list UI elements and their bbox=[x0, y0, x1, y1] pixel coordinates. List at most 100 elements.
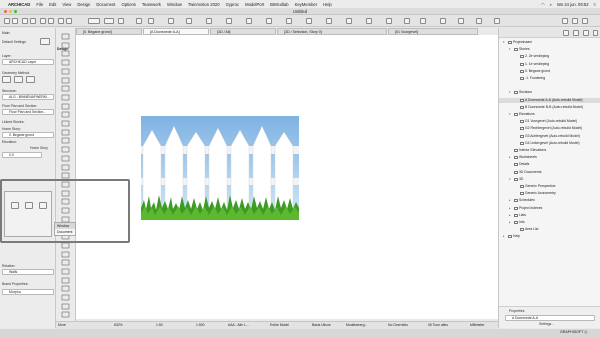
settings-button[interactable]: Settings... bbox=[539, 322, 554, 326]
menu-file[interactable]: File bbox=[36, 2, 43, 7]
project-map-icon[interactable] bbox=[563, 30, 569, 36]
disclosure-triangle-icon[interactable]: ▸ bbox=[509, 213, 511, 218]
popup-option-3-icon[interactable] bbox=[39, 202, 47, 209]
arrow-tool-icon[interactable] bbox=[61, 33, 70, 40]
disclosure-triangle-icon[interactable]: ▸ bbox=[509, 206, 511, 211]
zoom-level[interactable]: 632% bbox=[114, 323, 123, 327]
window-tool-icon[interactable] bbox=[61, 137, 70, 144]
navigator-item[interactable]: ▾ Projectnaam bbox=[499, 40, 600, 45]
zoom-window-button[interactable] bbox=[14, 10, 17, 13]
tab-floor-plan[interactable]: [0. Begane grond] bbox=[76, 28, 142, 35]
tab-elevation[interactable]: [01 Voorgevel] bbox=[388, 28, 478, 35]
menu-bimcollab[interactable]: BIMcollab bbox=[270, 2, 288, 7]
navigator-item[interactable]: ▾ 3D bbox=[499, 177, 600, 182]
mesh-tool-icon[interactable] bbox=[61, 103, 70, 110]
navigator-item[interactable]: ▸ Worksheets bbox=[499, 155, 600, 160]
wall-tool-icon[interactable] bbox=[61, 50, 70, 57]
marquee-tool-icon[interactable] bbox=[30, 18, 36, 24]
menu-options[interactable]: Options bbox=[121, 2, 135, 7]
disclosure-triangle-icon[interactable]: ▾ bbox=[509, 47, 511, 52]
renovation-filter[interactable]: 06 Toon alles bbox=[428, 323, 448, 327]
floor-plan-icon[interactable] bbox=[186, 18, 192, 24]
navigator-item[interactable]: Generic Perspective bbox=[499, 184, 600, 189]
navigator-item[interactable]: 1. 1e verdieping bbox=[499, 62, 600, 67]
copy-icon[interactable] bbox=[66, 18, 72, 24]
elevation-tool-icon[interactable] bbox=[61, 294, 70, 301]
shell-tool-icon[interactable] bbox=[61, 94, 70, 101]
disclosure-triangle-icon[interactable]: ▸ bbox=[509, 155, 511, 160]
navigator-item[interactable]: G4 Linkergevel (Auto-rebuild Model) bbox=[499, 141, 600, 146]
navigator-item[interactable]: ▾ Sections bbox=[499, 90, 600, 95]
reserve-icon[interactable] bbox=[458, 18, 464, 24]
menu-view[interactable]: View bbox=[62, 2, 71, 7]
layer-select[interactable]: ARCHICAD Layer bbox=[2, 59, 54, 65]
layout-book-icon[interactable] bbox=[583, 30, 589, 36]
magnet-icon[interactable] bbox=[58, 18, 64, 24]
navigator-item[interactable]: Details bbox=[499, 162, 600, 167]
detail-tool-icon[interactable] bbox=[61, 303, 70, 310]
navigator-item[interactable]: ▸ Lists bbox=[499, 213, 600, 218]
navigator-item[interactable] bbox=[499, 83, 600, 88]
navigator-item[interactable]: G1 Voorgevel (Auto-rebuild Model) bbox=[499, 119, 600, 124]
spline-tool-icon[interactable] bbox=[61, 251, 70, 258]
tab-3d-selection[interactable]: [3D / Selection, Story 0] bbox=[277, 28, 387, 35]
pencil-icon[interactable] bbox=[48, 18, 54, 24]
snap-grid-icon[interactable] bbox=[88, 18, 100, 24]
marquee-tool-icon[interactable] bbox=[61, 42, 70, 49]
disclosure-triangle-icon[interactable]: ▾ bbox=[509, 112, 511, 117]
pen-set[interactable]: Basis Uitvoe bbox=[312, 323, 331, 327]
navigator-toggle-icon[interactable] bbox=[562, 18, 568, 24]
navigator-item[interactable]: Generic Axonometry bbox=[499, 191, 600, 196]
menu-edit[interactable]: Edit bbox=[49, 2, 56, 7]
gear-icon[interactable] bbox=[326, 18, 332, 24]
render-icon[interactable] bbox=[148, 18, 154, 24]
model-filter[interactable]: Entire Model bbox=[270, 323, 289, 327]
geometry-polygon-icon[interactable] bbox=[26, 76, 35, 83]
guide-lines-icon[interactable] bbox=[104, 18, 114, 24]
navigator-item[interactable]: ▾ Elevations bbox=[499, 112, 600, 117]
structure-select[interactable]: ALG - BINNENAFWERKI... bbox=[2, 94, 54, 100]
messaging-icon[interactable] bbox=[494, 18, 500, 24]
menu-item-document[interactable]: Document bbox=[55, 229, 75, 235]
navigator-item[interactable]: ▸ Info bbox=[499, 220, 600, 225]
view-map-tab-icon[interactable] bbox=[573, 30, 579, 36]
pen-icon[interactable] bbox=[40, 18, 46, 24]
menu-document[interactable]: Document bbox=[96, 2, 115, 7]
scale-1-50[interactable]: 1:50 bbox=[156, 323, 163, 327]
minimize-window-button[interactable] bbox=[9, 10, 12, 13]
export-icon[interactable] bbox=[386, 18, 392, 24]
wifi-icon[interactable]: ◠ bbox=[541, 2, 545, 7]
navigator-item[interactable]: ▸ Help bbox=[499, 234, 600, 239]
release-icon[interactable] bbox=[476, 18, 482, 24]
navigator-item[interactable]: A Doorsnede A-A (Auto-rebuild Model) bbox=[499, 97, 600, 103]
railing-tool-icon[interactable] bbox=[61, 164, 70, 171]
undo-icon[interactable] bbox=[4, 18, 10, 24]
organizer-icon[interactable] bbox=[572, 18, 578, 24]
arrow-tool-icon[interactable] bbox=[22, 18, 28, 24]
elevation-icon[interactable] bbox=[226, 18, 232, 24]
detail-icon[interactable] bbox=[266, 18, 272, 24]
camera-tool-icon[interactable] bbox=[61, 277, 70, 284]
popup-option-2-icon[interactable] bbox=[25, 202, 33, 209]
twinmotion-icon[interactable] bbox=[346, 18, 352, 24]
more-button[interactable]: More bbox=[58, 323, 66, 327]
layer-icon[interactable] bbox=[136, 18, 142, 24]
section-icon[interactable] bbox=[206, 18, 212, 24]
disclosure-triangle-icon[interactable]: ▾ bbox=[509, 177, 511, 182]
publisher-sets-icon[interactable] bbox=[593, 30, 598, 36]
people-icon[interactable] bbox=[420, 18, 426, 24]
door-tool-icon[interactable] bbox=[61, 129, 70, 136]
disclosure-triangle-icon[interactable]: ▸ bbox=[509, 220, 511, 225]
disclosure-triangle-icon[interactable]: ▸ bbox=[503, 234, 505, 239]
scale-1-500[interactable]: 1:500 bbox=[196, 323, 205, 327]
figure-tool-icon[interactable] bbox=[61, 268, 70, 275]
search-icon[interactable]: ⌕ bbox=[550, 2, 552, 7]
menu-twinmotion[interactable]: Twinmotion 2020 bbox=[188, 2, 220, 7]
navigator-item[interactable]: G3 Achtergevel (Auto-rebuild Model) bbox=[499, 134, 600, 139]
trace-icon[interactable] bbox=[118, 18, 124, 24]
floorplan-section-select[interactable]: Floor Plan and Section... bbox=[2, 109, 54, 115]
control-center-icon[interactable]: ≡ bbox=[594, 2, 596, 7]
slab-tool-icon[interactable] bbox=[61, 77, 70, 84]
navigator-item[interactable]: ▾ Stories bbox=[499, 47, 600, 52]
bcf-icon[interactable] bbox=[366, 18, 372, 24]
